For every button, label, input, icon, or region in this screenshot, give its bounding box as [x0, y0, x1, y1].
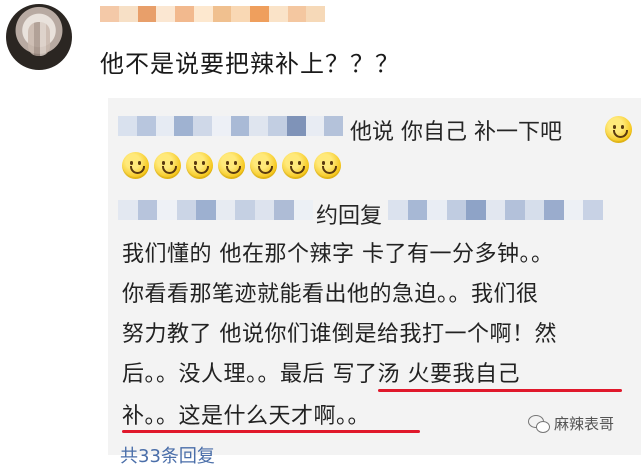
smiley-icon	[218, 152, 245, 179]
smiley-icon	[250, 152, 277, 179]
username-redacted	[100, 6, 325, 22]
reply-body-line-5: 补。。这是什么天才啊。。	[122, 404, 371, 429]
avatar-face	[28, 22, 50, 56]
smiley-icon	[605, 116, 632, 143]
reply-body-line-4: 后。。没人理。。最后 写了汤 火要我自己	[122, 362, 520, 387]
reply-body-line-3: 努力教了 他说你们谁倒是给我打一个啊！然	[122, 322, 557, 347]
smiley-icon	[314, 152, 341, 179]
reply2-target-redacted	[388, 200, 604, 220]
highlight-underline	[378, 389, 622, 392]
wechat-icon	[528, 414, 550, 433]
reply1-text: 他说 你自己 补一下吧	[350, 120, 562, 145]
highlight-underline	[122, 430, 420, 433]
comment-text: 他不是说要把辣补上？？？	[100, 50, 400, 78]
more-replies-link[interactable]: 共33条回复	[120, 442, 215, 468]
reply1-username-redacted	[118, 116, 343, 136]
smiley-icon	[186, 152, 213, 179]
avatar[interactable]	[6, 4, 72, 70]
reply2-username-redacted	[118, 200, 313, 220]
reply2-label: 约回复	[316, 204, 383, 229]
watermark-text: 麻辣表哥	[554, 415, 615, 433]
reply-body-line-2: 你看看那笔迹就能看出他的急迫。。我们很	[122, 282, 539, 307]
watermark: 麻辣表哥	[528, 413, 614, 434]
emoji-row	[122, 152, 341, 179]
reply-body-line-1: 我们懂的 他在那个辣字 卡了有一分多钟。。	[122, 242, 554, 267]
smiley-icon	[154, 152, 181, 179]
smiley-icon	[122, 152, 149, 179]
smiley-icon	[282, 152, 309, 179]
